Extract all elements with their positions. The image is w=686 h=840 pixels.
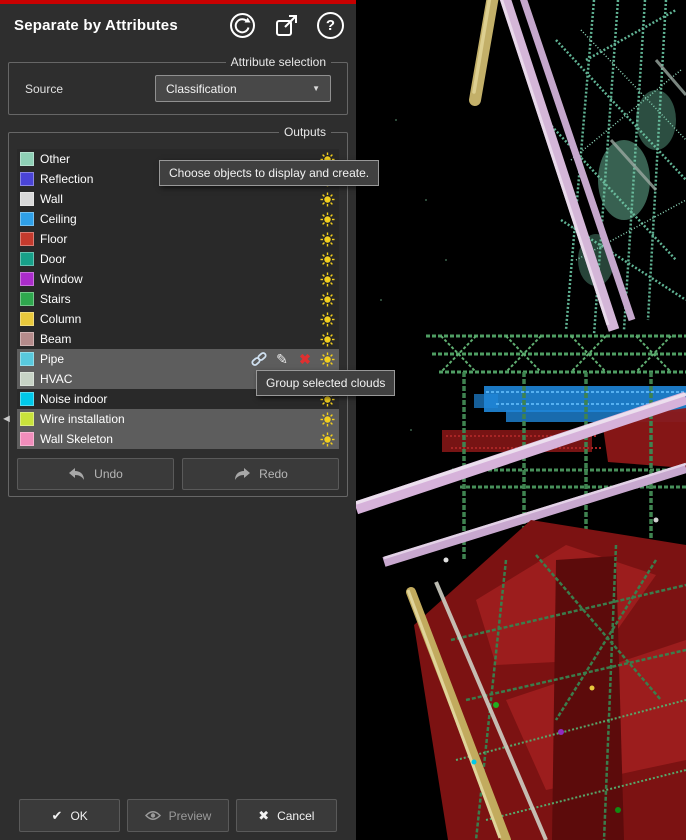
color-swatch: [20, 332, 34, 346]
preview-button[interactable]: Preview: [127, 799, 228, 832]
visibility-bulb-icon[interactable]: [320, 312, 335, 327]
footer-buttons: ✔ OK Preview ✖ Cancel: [0, 799, 356, 832]
visibility-bulb-icon[interactable]: [320, 252, 335, 267]
ok-button[interactable]: ✔ OK: [19, 799, 120, 832]
export-icon[interactable]: [273, 12, 300, 39]
row-tools: ✎ ✖: [251, 351, 313, 367]
color-swatch: [20, 432, 34, 446]
color-swatch: [20, 272, 34, 286]
item-label: Beam: [40, 332, 320, 346]
color-swatch: [20, 312, 34, 326]
list-item[interactable]: Wire installation ✎ ✖: [17, 409, 339, 429]
check-icon: ✔: [52, 808, 63, 824]
color-swatch: [20, 172, 34, 186]
preview-label: Preview: [169, 809, 212, 823]
attribute-selection-group: Attribute selection Source Classificatio…: [8, 62, 348, 115]
ok-label: OK: [70, 809, 87, 823]
item-label: Column: [40, 312, 320, 326]
undo-button[interactable]: Undo: [17, 458, 174, 490]
close-icon: ✖: [258, 808, 269, 824]
item-label: Floor: [40, 232, 320, 246]
color-swatch: [20, 352, 34, 366]
cancel-button[interactable]: ✖ Cancel: [236, 799, 337, 832]
source-label: Source: [25, 82, 155, 96]
list-item[interactable]: Ceiling ✎ ✖: [17, 209, 339, 229]
item-label: Wire installation: [40, 412, 320, 426]
item-label: Wall Skeleton: [40, 432, 320, 446]
outputs-list: Other ✎ ✖: [17, 149, 339, 449]
point-cloud-scene: [356, 0, 686, 840]
redo-arrow-icon: [233, 467, 251, 481]
source-dropdown-value: Classification: [166, 82, 237, 96]
link-icon[interactable]: [251, 351, 267, 367]
item-label: Pipe: [40, 352, 251, 366]
color-swatch: [20, 392, 34, 406]
visibility-bulb-icon[interactable]: [320, 292, 335, 307]
visibility-bulb-icon[interactable]: [320, 272, 335, 287]
delete-icon[interactable]: ✖: [297, 351, 313, 367]
list-item[interactable]: Column ✎ ✖: [17, 309, 339, 329]
list-item[interactable]: Stairs ✎ ✖: [17, 289, 339, 309]
outputs-group: Outputs Other ✎ ✖: [8, 132, 348, 497]
visibility-bulb-icon[interactable]: [320, 192, 335, 207]
reset-icon[interactable]: [229, 12, 256, 39]
edit-icon[interactable]: ✎: [274, 351, 290, 367]
panel-titlebar: Separate by Attributes: [0, 4, 356, 46]
item-label: Wall: [40, 192, 320, 206]
color-swatch: [20, 412, 34, 426]
list-item[interactable]: Pipe ✎ ✖: [17, 349, 339, 369]
eye-icon: [145, 810, 161, 821]
list-item[interactable]: Door ✎ ✖: [17, 249, 339, 269]
color-swatch: [20, 152, 34, 166]
undo-arrow-icon: [68, 467, 86, 481]
outputs-label: Outputs: [279, 125, 331, 140]
3d-viewport[interactable]: [356, 0, 686, 840]
item-label: Stairs: [40, 292, 320, 306]
color-swatch: [20, 372, 34, 386]
help-glyph: ?: [326, 18, 335, 33]
item-label: Window: [40, 272, 320, 286]
panel-collapse-arrow[interactable]: ◄: [1, 413, 12, 425]
tooltip-group-selected-clouds: Group selected clouds: [256, 370, 395, 396]
color-swatch: [20, 292, 34, 306]
help-icon[interactable]: ?: [317, 12, 344, 39]
list-item[interactable]: Floor ✎ ✖: [17, 229, 339, 249]
visibility-bulb-icon[interactable]: [320, 332, 335, 347]
app-window: Separate by Attributes: [0, 0, 686, 840]
redo-button[interactable]: Redo: [182, 458, 339, 490]
color-swatch: [20, 212, 34, 226]
separate-by-attributes-panel: Separate by Attributes: [0, 0, 356, 840]
redo-label: Redo: [259, 467, 288, 481]
visibility-bulb-icon[interactable]: [320, 232, 335, 247]
chevron-down-icon: ▼: [312, 84, 320, 93]
panel-title: Separate by Attributes: [14, 17, 178, 34]
visibility-bulb-icon[interactable]: [320, 412, 335, 427]
attribute-selection-label: Attribute selection: [226, 55, 331, 70]
list-item[interactable]: Wall Skeleton ✎ ✖: [17, 429, 339, 449]
item-label: Door: [40, 252, 320, 266]
cancel-label: Cancel: [277, 809, 314, 823]
color-swatch: [20, 192, 34, 206]
undo-label: Undo: [94, 467, 123, 481]
visibility-bulb-icon[interactable]: [320, 212, 335, 227]
visibility-bulb-icon[interactable]: [320, 432, 335, 447]
color-swatch: [20, 252, 34, 266]
list-item[interactable]: Window ✎ ✖: [17, 269, 339, 289]
list-item[interactable]: Wall ✎ ✖: [17, 189, 339, 209]
item-label: Ceiling: [40, 212, 320, 226]
list-item[interactable]: Beam ✎ ✖: [17, 329, 339, 349]
tooltip-choose-objects: Choose objects to display and create.: [159, 160, 379, 186]
visibility-bulb-icon[interactable]: [320, 352, 335, 367]
source-dropdown[interactable]: Classification ▼: [155, 75, 331, 102]
color-swatch: [20, 232, 34, 246]
